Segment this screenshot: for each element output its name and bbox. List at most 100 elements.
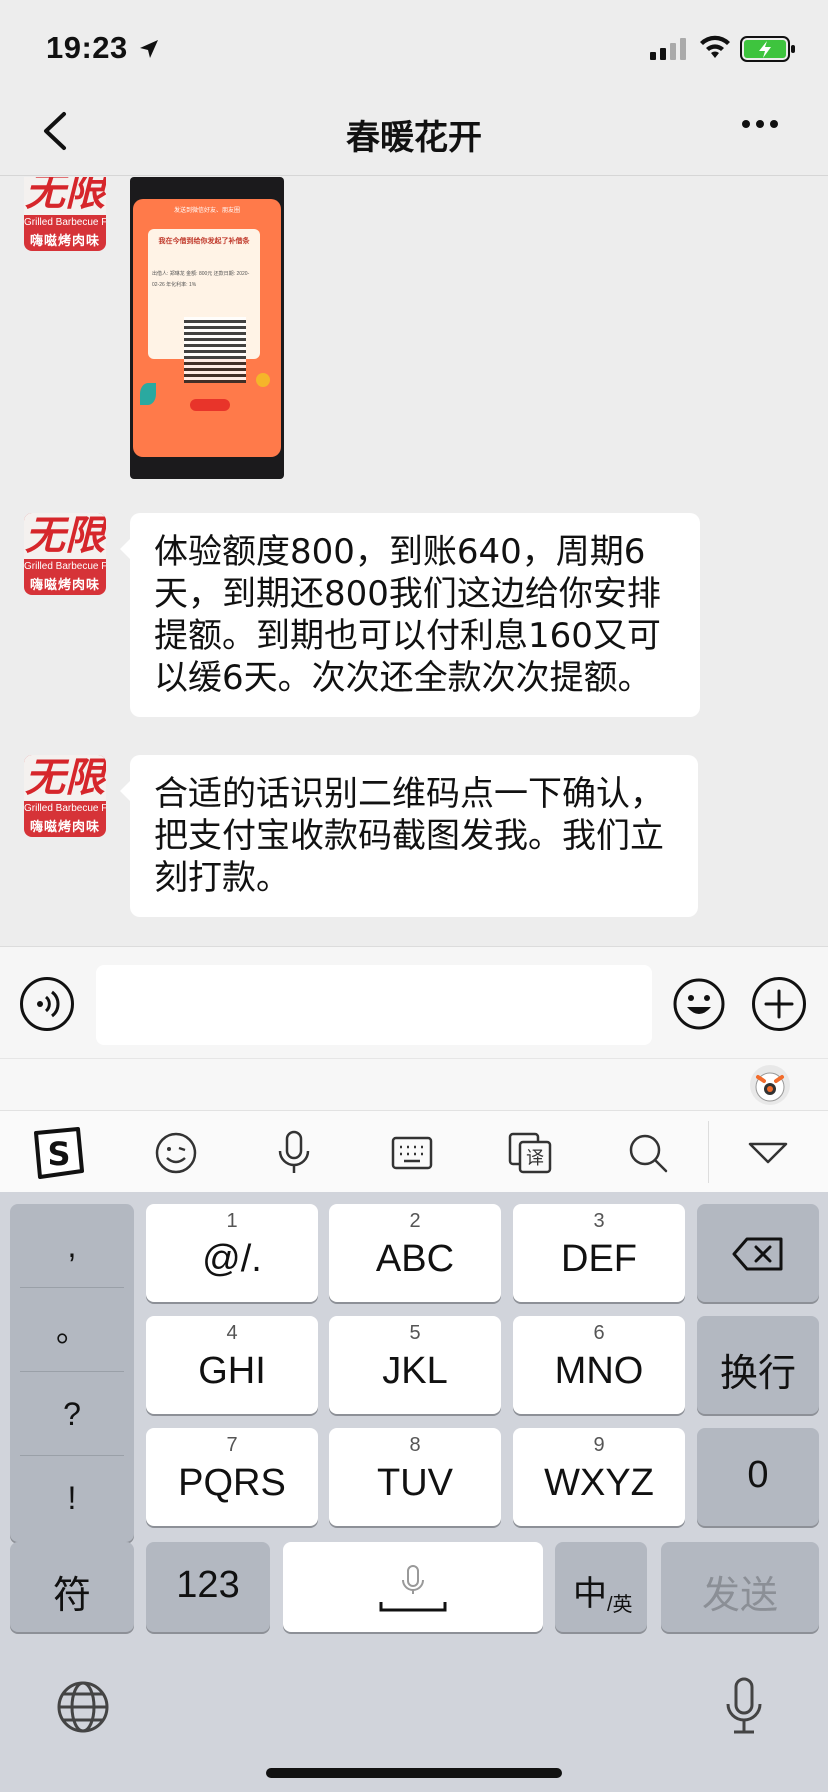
key-number: 6 (593, 1322, 605, 1344)
avatar-logo-text: 无限 (24, 177, 106, 215)
ime-mascot-icon[interactable] (750, 1065, 790, 1105)
svg-text:S: S (47, 1135, 70, 1173)
microphone-icon[interactable] (266, 1125, 322, 1181)
home-indicator[interactable] (266, 1768, 562, 1778)
key-number: 8 (409, 1434, 421, 1456)
globe-icon[interactable] (56, 1680, 110, 1734)
voice-icon (37, 990, 60, 1018)
top-bar: 19:23 春暖花开 (0, 0, 828, 176)
key-label: MNO (554, 1350, 644, 1392)
key-number: 7 (226, 1434, 238, 1456)
search-icon[interactable] (620, 1125, 676, 1181)
add-attachment-button[interactable] (752, 977, 806, 1031)
enter-key-label: 换行 (719, 1353, 796, 1395)
message-bubble[interactable]: 体验额度800，到账640，周期6天，到期还800我们这边给你安排提额。到期也可… (120, 513, 700, 717)
sogou-logo-icon[interactable]: S (30, 1125, 86, 1181)
backspace-key[interactable] (697, 1204, 819, 1302)
message-input[interactable] (96, 965, 652, 1045)
keyboard: , 。 ? ! 1 @/. 2 ABC 3 DEF 4 GHI 5 JKL 6 … (0, 1192, 828, 1792)
key-9[interactable]: 9 WXYZ (513, 1428, 685, 1526)
key-label: JKL (382, 1350, 448, 1392)
key-number: 1 (226, 1210, 238, 1232)
numbers-key[interactable]: 123 (146, 1542, 270, 1632)
avatar-subtitle: Grilled Barbecue Flavor (24, 217, 106, 228)
avatar[interactable]: 无限 Grilled Barbecue Flavor 嗨嗞烤肉味 (24, 177, 106, 251)
key-2[interactable]: 2 ABC (329, 1204, 501, 1302)
avatar-logo-text: 无限 (24, 513, 106, 559)
send-key[interactable]: 发送 (661, 1542, 819, 1632)
language-switch-key[interactable]: 中 /英 (555, 1542, 647, 1632)
avatar-logo-text: 无限 (24, 755, 106, 801)
chat-title: 春暖花开 (346, 119, 482, 157)
key-7[interactable]: 7 PQRS (146, 1428, 318, 1526)
poster-coin-decoration (256, 373, 270, 387)
poster-button (190, 399, 230, 411)
numbers-key-label: 123 (176, 1564, 240, 1606)
voice-input-button[interactable] (20, 977, 74, 1031)
message-image[interactable]: 发送到微信好友、朋友圈 我在今借到给你发起了补借条 出借人: 郑琳龙 金额: 8… (130, 177, 284, 479)
key-5[interactable]: 5 JKL (329, 1316, 501, 1414)
symbols-key-label: 符 (52, 1575, 91, 1617)
key-label: TUV (377, 1462, 453, 1504)
avatar-subtitle: Grilled Barbecue Flavor (24, 561, 106, 572)
poster-title-text: 我在今借到给你发起了补借条 (158, 238, 250, 245)
location-arrow-icon (140, 40, 158, 58)
plus-icon (764, 989, 794, 1019)
punct-key-question[interactable]: ? (20, 1372, 124, 1456)
avatar-caption: 嗨嗞烤肉味 (29, 819, 100, 834)
key-3[interactable]: 3 DEF (513, 1204, 685, 1302)
key-label: @/. (202, 1238, 262, 1280)
backspace-icon (732, 1237, 783, 1271)
keyboard-icon[interactable] (384, 1125, 440, 1181)
emoji-button[interactable] (672, 977, 726, 1031)
key-label: PQRS (178, 1462, 286, 1504)
message-bubble[interactable]: 合适的话识别二维码点一下确认，把支付宝收款码截图发我。我们立刻打款。 (120, 755, 698, 917)
key-label: 0 (747, 1454, 769, 1496)
key-8[interactable]: 8 TUV (329, 1428, 501, 1526)
avatar-subtitle: Grilled Barbecue Flavor (24, 803, 106, 814)
key-0[interactable]: 0 (697, 1428, 819, 1526)
cellular-signal-icon (650, 38, 686, 60)
key-6[interactable]: 6 MNO (513, 1316, 685, 1414)
key-number: 9 (593, 1434, 605, 1456)
symbols-key[interactable]: 符 (10, 1542, 134, 1632)
poster-leaf-decoration (140, 383, 156, 405)
punct-key-exclaim[interactable]: ! (20, 1456, 124, 1540)
collapse-keyboard-icon[interactable] (740, 1125, 796, 1181)
poster-header-text: 发送到微信好友、朋友圈 (173, 208, 240, 214)
back-chevron-icon[interactable] (36, 108, 76, 154)
avatar-caption: 嗨嗞烤肉味 (29, 577, 100, 592)
text-cursor (114, 987, 117, 1025)
key-number: 4 (226, 1322, 238, 1344)
punct-key-period[interactable]: 。 (20, 1288, 124, 1372)
punct-key-comma[interactable]: , (20, 1204, 124, 1288)
space-mic-icon (379, 1565, 447, 1612)
avatar[interactable]: 无限 Grilled Barbecue Flavor 嗨嗞烤肉味 (24, 755, 106, 837)
emoji-icon[interactable] (148, 1125, 204, 1181)
punctuation-column: , 。 ? ! (10, 1204, 134, 1542)
battery-charging-icon (740, 36, 795, 62)
chat-area[interactable]: 无限 Grilled Barbecue Flavor 嗨嗞烤肉味 发送到微信好友… (0, 177, 828, 945)
qr-code (184, 317, 246, 383)
key-4[interactable]: 4 GHI (146, 1316, 318, 1414)
avatar[interactable]: 无限 Grilled Barbecue Flavor 嗨嗞烤肉味 (24, 513, 106, 595)
svg-text:译: 译 (526, 1148, 544, 1169)
candidate-strip (0, 1058, 828, 1110)
send-key-label: 发送 (701, 1575, 778, 1617)
translate-icon[interactable]: 译 (502, 1125, 558, 1181)
status-time: 19:23 (46, 30, 128, 65)
enter-key[interactable]: 换行 (697, 1316, 819, 1414)
language-main-label: 中 (573, 1575, 607, 1613)
key-number: 2 (409, 1210, 421, 1232)
key-label: WXYZ (544, 1462, 654, 1504)
dictation-mic-icon[interactable] (720, 1676, 768, 1738)
input-bar (0, 946, 828, 1058)
more-options-icon[interactable] (740, 118, 780, 130)
key-number: 5 (409, 1322, 421, 1344)
wifi-icon (700, 35, 730, 58)
key-1[interactable]: 1 @/. (146, 1204, 318, 1302)
avatar-caption: 嗨嗞烤肉味 (29, 233, 100, 248)
message-text: 体验额度800，到账640，周期6天，到期还800我们这边给你安排提额。到期也可… (154, 532, 661, 698)
space-key[interactable] (283, 1542, 543, 1632)
poster-details-text: 出借人: 郑琳龙 金额: 800元 还款日期: 2020-02-26 年化利率:… (152, 271, 250, 288)
